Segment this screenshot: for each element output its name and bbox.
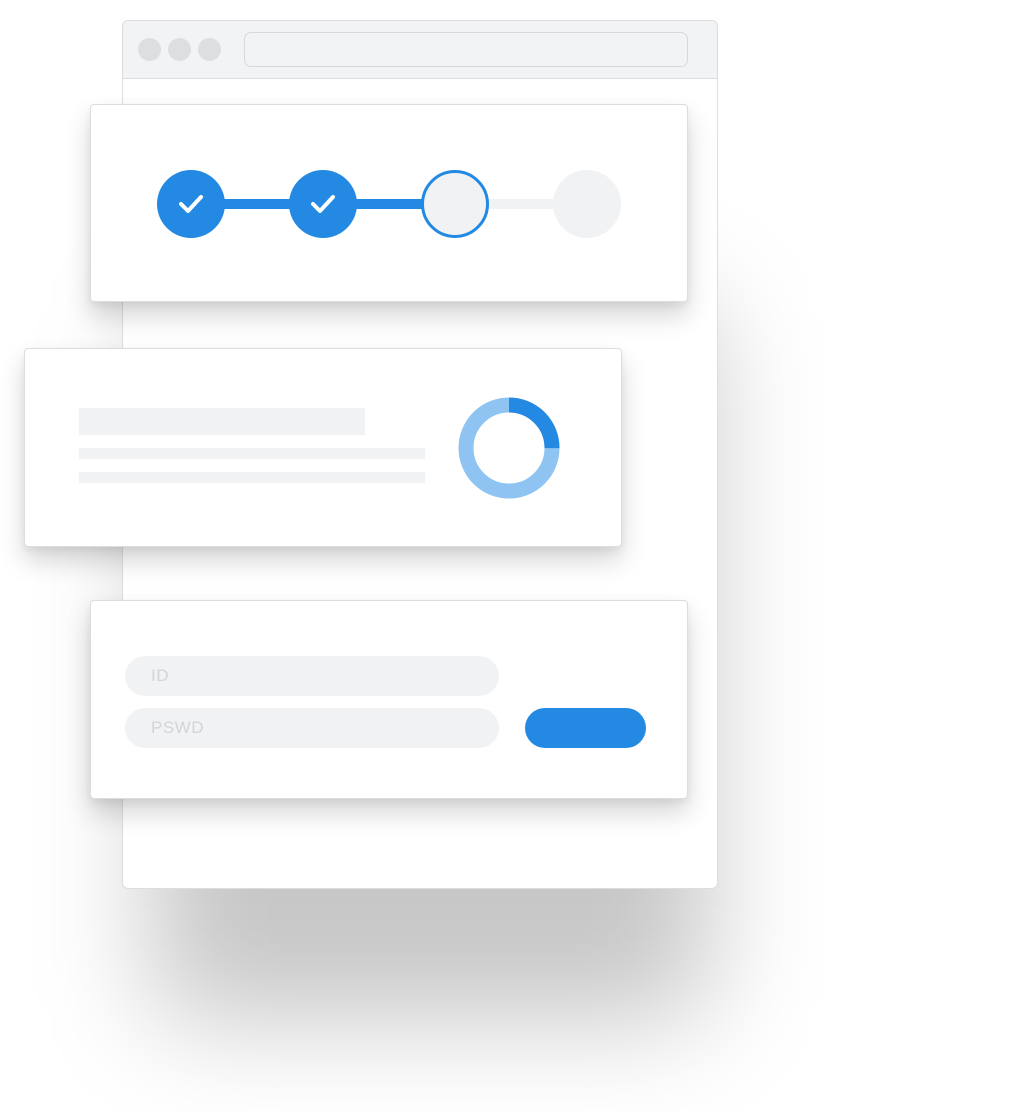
id-input[interactable]: ID <box>125 656 499 696</box>
check-icon <box>179 195 203 213</box>
window-control-dot[interactable] <box>168 38 191 61</box>
step-connector <box>356 199 426 209</box>
step-4-pending[interactable] <box>553 170 621 238</box>
step-3-current[interactable] <box>421 170 489 238</box>
check-icon <box>311 195 335 213</box>
step-connector <box>224 199 294 209</box>
illustration-stage: ID PSWD <box>0 0 1023 1112</box>
stepper-card <box>90 104 688 302</box>
step-2-completed[interactable] <box>289 170 357 238</box>
address-bar[interactable] <box>244 32 688 67</box>
progress-donut <box>458 397 560 499</box>
window-control-dot[interactable] <box>138 38 161 61</box>
browser-titlebar <box>123 21 717 79</box>
window-control-dot[interactable] <box>198 38 221 61</box>
step-1-completed[interactable] <box>157 170 225 238</box>
login-card: ID PSWD <box>90 600 688 799</box>
step-connector <box>488 199 558 209</box>
stats-card <box>24 348 622 547</box>
skeleton-text-line <box>79 448 425 459</box>
skeleton-title <box>79 408 365 435</box>
password-input[interactable]: PSWD <box>125 708 499 748</box>
submit-button[interactable] <box>525 708 646 748</box>
skeleton-text-line <box>79 472 425 483</box>
